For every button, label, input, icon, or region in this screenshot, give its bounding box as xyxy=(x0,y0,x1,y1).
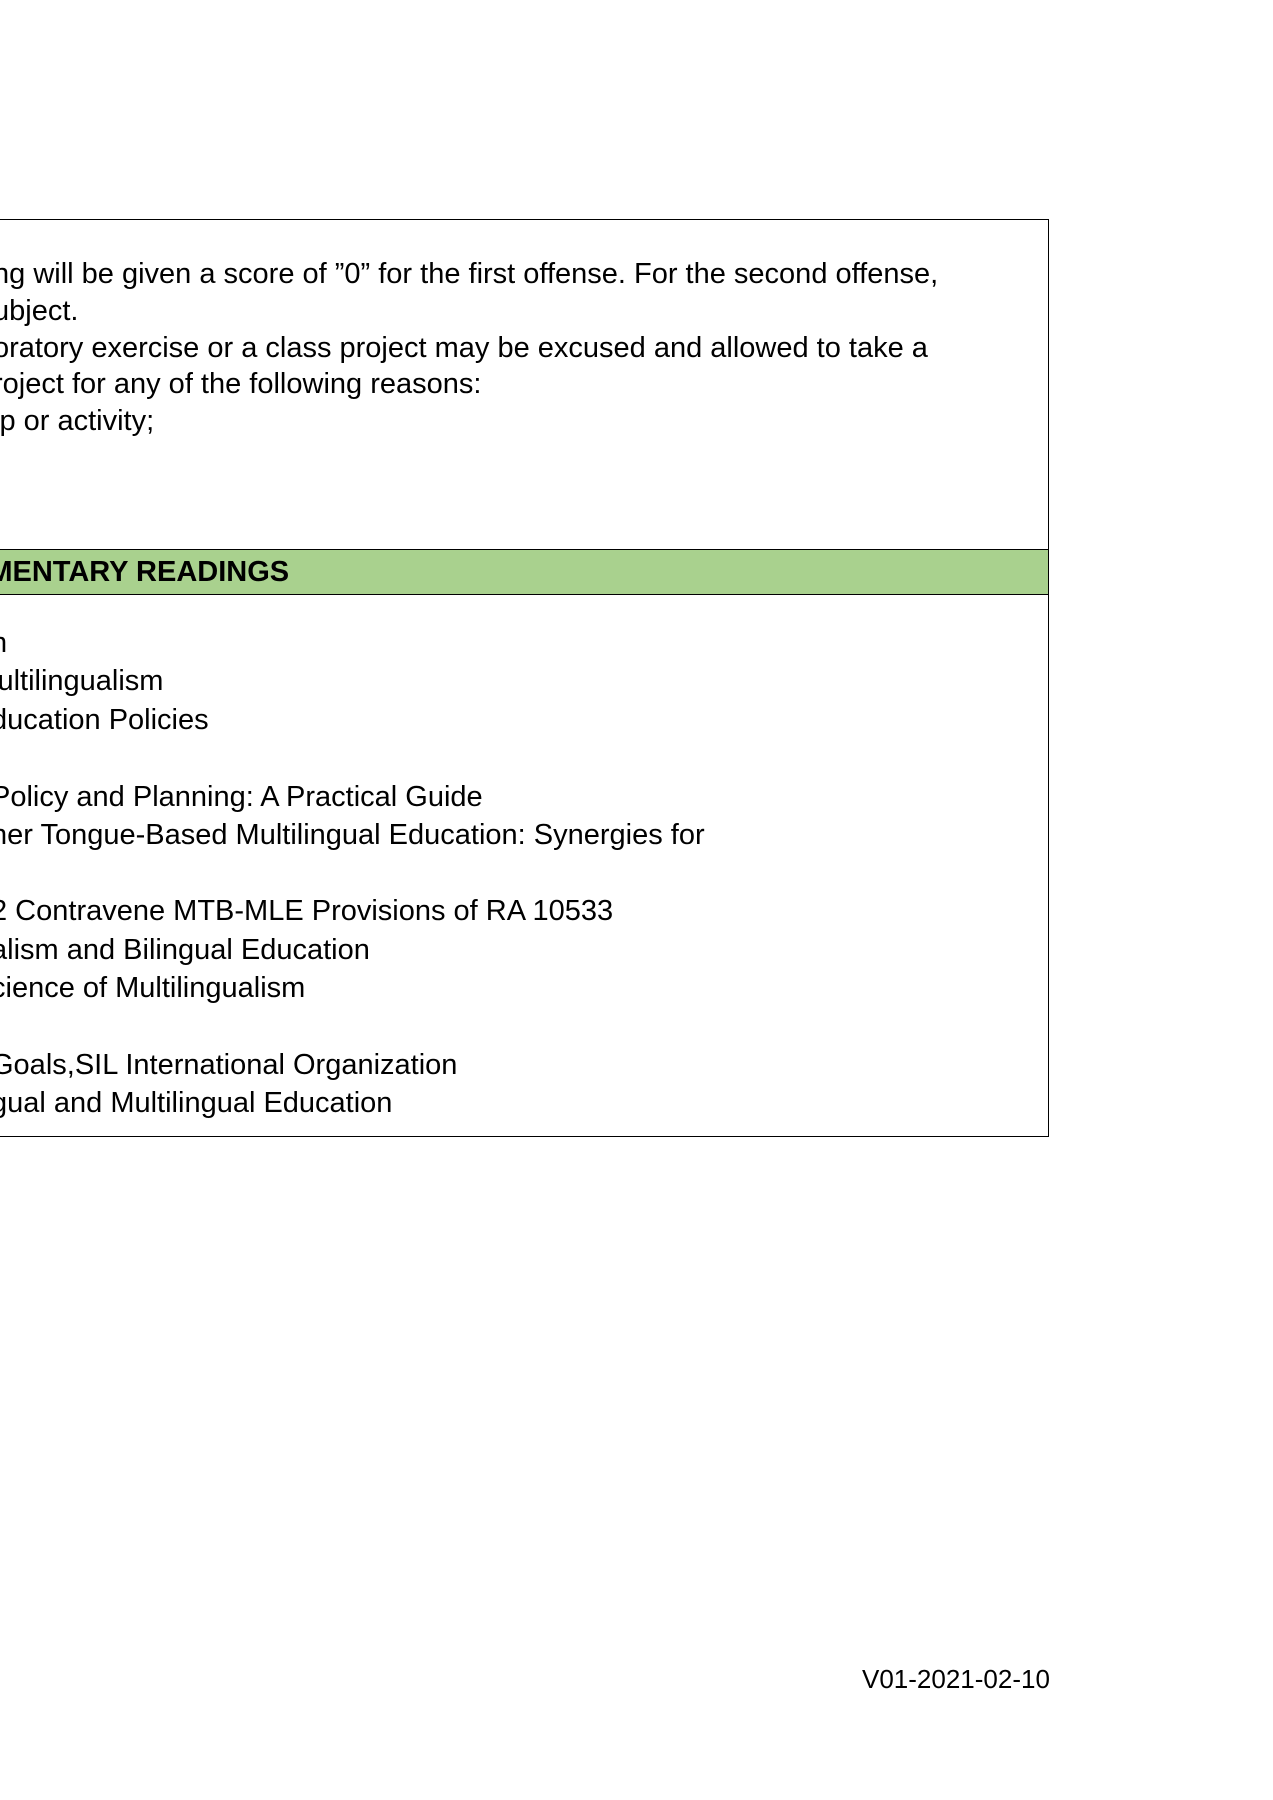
policy-line: oratory exercise or a class project may … xyxy=(0,332,928,364)
supplementary-readings-header: EMENTARY READINGS xyxy=(0,550,1048,595)
reading-item: gual and Multilingual Education xyxy=(0,1087,393,1119)
reading-item: alism and Bilingual Education xyxy=(0,934,370,966)
document-page: ng will be given a score of ”0” for the … xyxy=(0,0,1273,1800)
section-heading: EMENTARY READINGS xyxy=(0,556,290,588)
reading-item: 2 Contravene MTB-MLE Provisions of RA 10… xyxy=(0,895,614,927)
supplementary-readings-list: h lultilingualism ducation Policies Poli… xyxy=(0,595,1048,1136)
reading-item: Goals,SIL International Organization xyxy=(0,1049,458,1081)
grading-policy-section: ng will be given a score of ”0” for the … xyxy=(0,220,1048,550)
document-version-code: V01-2021-02-10 xyxy=(862,1664,1050,1694)
policy-line: roject for any of the following reasons: xyxy=(0,368,482,400)
policy-line: ng will be given a score of ”0” for the … xyxy=(0,258,939,290)
reading-item: ducation Policies xyxy=(0,704,209,736)
reading-item: lultilingualism xyxy=(0,665,164,697)
syllabus-table: ng will be given a score of ”0” for the … xyxy=(0,219,1049,1137)
policy-line: ubject. xyxy=(0,295,79,327)
reading-item: h xyxy=(0,625,7,661)
policy-line: ip or activity; xyxy=(0,405,155,437)
reading-item: ner Tongue-Based Multilingual Education:… xyxy=(0,819,705,851)
reading-item: cience of Multilingualism xyxy=(0,972,306,1004)
reading-item: Policy and Planning: A Practical Guide xyxy=(0,781,483,813)
